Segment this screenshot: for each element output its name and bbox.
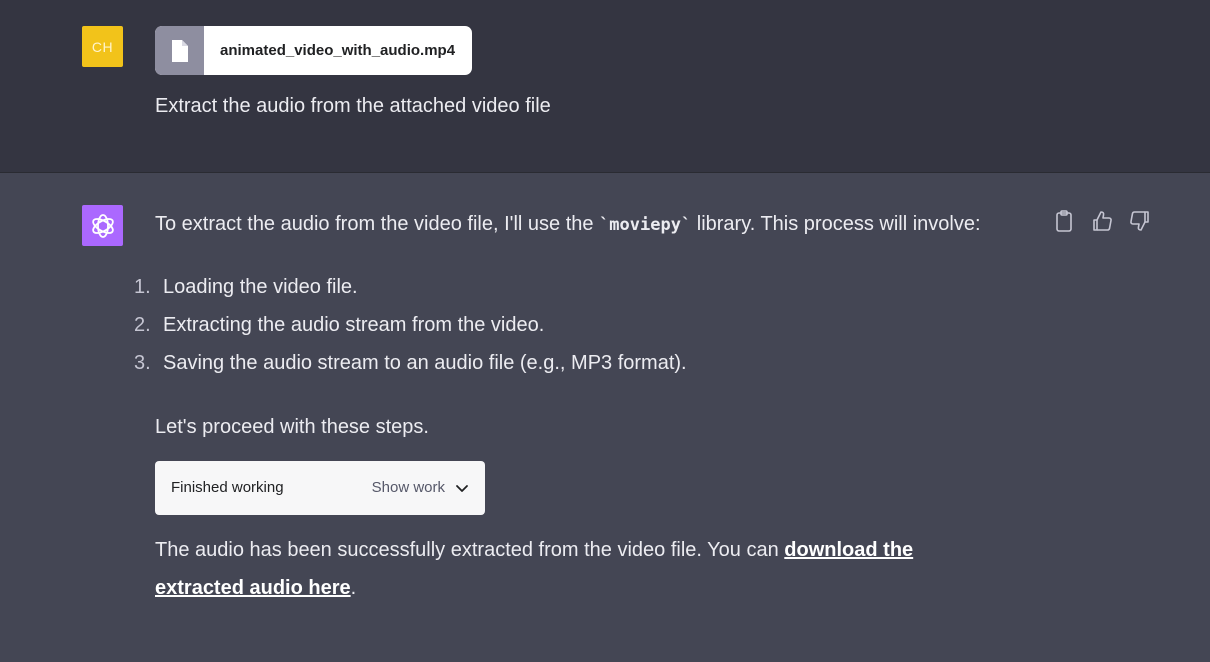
copy-button[interactable]: [1052, 209, 1076, 233]
list-item-text: Loading the video file.: [163, 276, 358, 298]
openai-logo-icon: [91, 213, 114, 238]
assistant-message-section: To extract the audio from the video file…: [0, 173, 1210, 662]
file-icon: [155, 26, 204, 75]
result-text-before: The audio has been successfully extracte…: [155, 539, 785, 561]
list-item-number: 1.: [134, 276, 151, 298]
proceed-text: Let's proceed with these steps.: [155, 416, 429, 438]
result-text-after: .: [350, 577, 357, 599]
intro-text-before: To extract the audio from the video file…: [155, 213, 600, 235]
inline-code: `moviepy`: [599, 215, 692, 235]
thumbs-down-icon: [1130, 211, 1149, 231]
clipboard-icon: [1056, 210, 1072, 232]
intro-text-after: library. This process will involve:: [691, 213, 981, 235]
list-item: 1. Loading the video file.: [134, 268, 985, 306]
user-avatar-initials: CH: [91, 38, 114, 55]
intro-paragraph: To extract the audio from the video file…: [155, 205, 985, 244]
user-message-text: Extract the audio from the attached vide…: [155, 95, 551, 117]
user-message-section: CH animated_video_with_audio.mp4 Extract…: [0, 0, 1210, 173]
work-status-label: Finished working: [171, 479, 284, 496]
assistant-avatar: [82, 205, 123, 246]
thumbs-up-icon: [1093, 211, 1112, 231]
thumbs-up-button[interactable]: [1090, 209, 1114, 233]
show-work-button[interactable]: Show work: [372, 469, 469, 507]
result-paragraph: The audio has been successfully extracte…: [155, 531, 985, 607]
list-item-text: Saving the audio stream to an audio file…: [163, 352, 687, 374]
assistant-message-content: To extract the audio from the video file…: [134, 205, 985, 607]
list-item-number: 3.: [134, 352, 151, 374]
steps-list: 1. Loading the video file. 2. Extracting…: [134, 268, 985, 382]
attachment-file-name: animated_video_with_audio.mp4: [220, 42, 456, 59]
list-item-text: Extracting the audio stream from the vid…: [163, 314, 545, 336]
chevron-down-icon: [456, 485, 468, 492]
list-item-number: 2.: [134, 314, 151, 336]
message-actions: [1052, 209, 1152, 233]
thumbs-down-button[interactable]: [1128, 209, 1152, 233]
list-item: 3. Saving the audio stream to an audio f…: [134, 344, 985, 382]
work-status-box: Finished working Show work: [155, 461, 485, 515]
attachment-chip[interactable]: animated_video_with_audio.mp4: [155, 26, 472, 75]
list-item: 2. Extracting the audio stream from the …: [134, 306, 985, 344]
user-avatar: CH: [82, 26, 123, 67]
show-work-label: Show work: [371, 479, 445, 496]
